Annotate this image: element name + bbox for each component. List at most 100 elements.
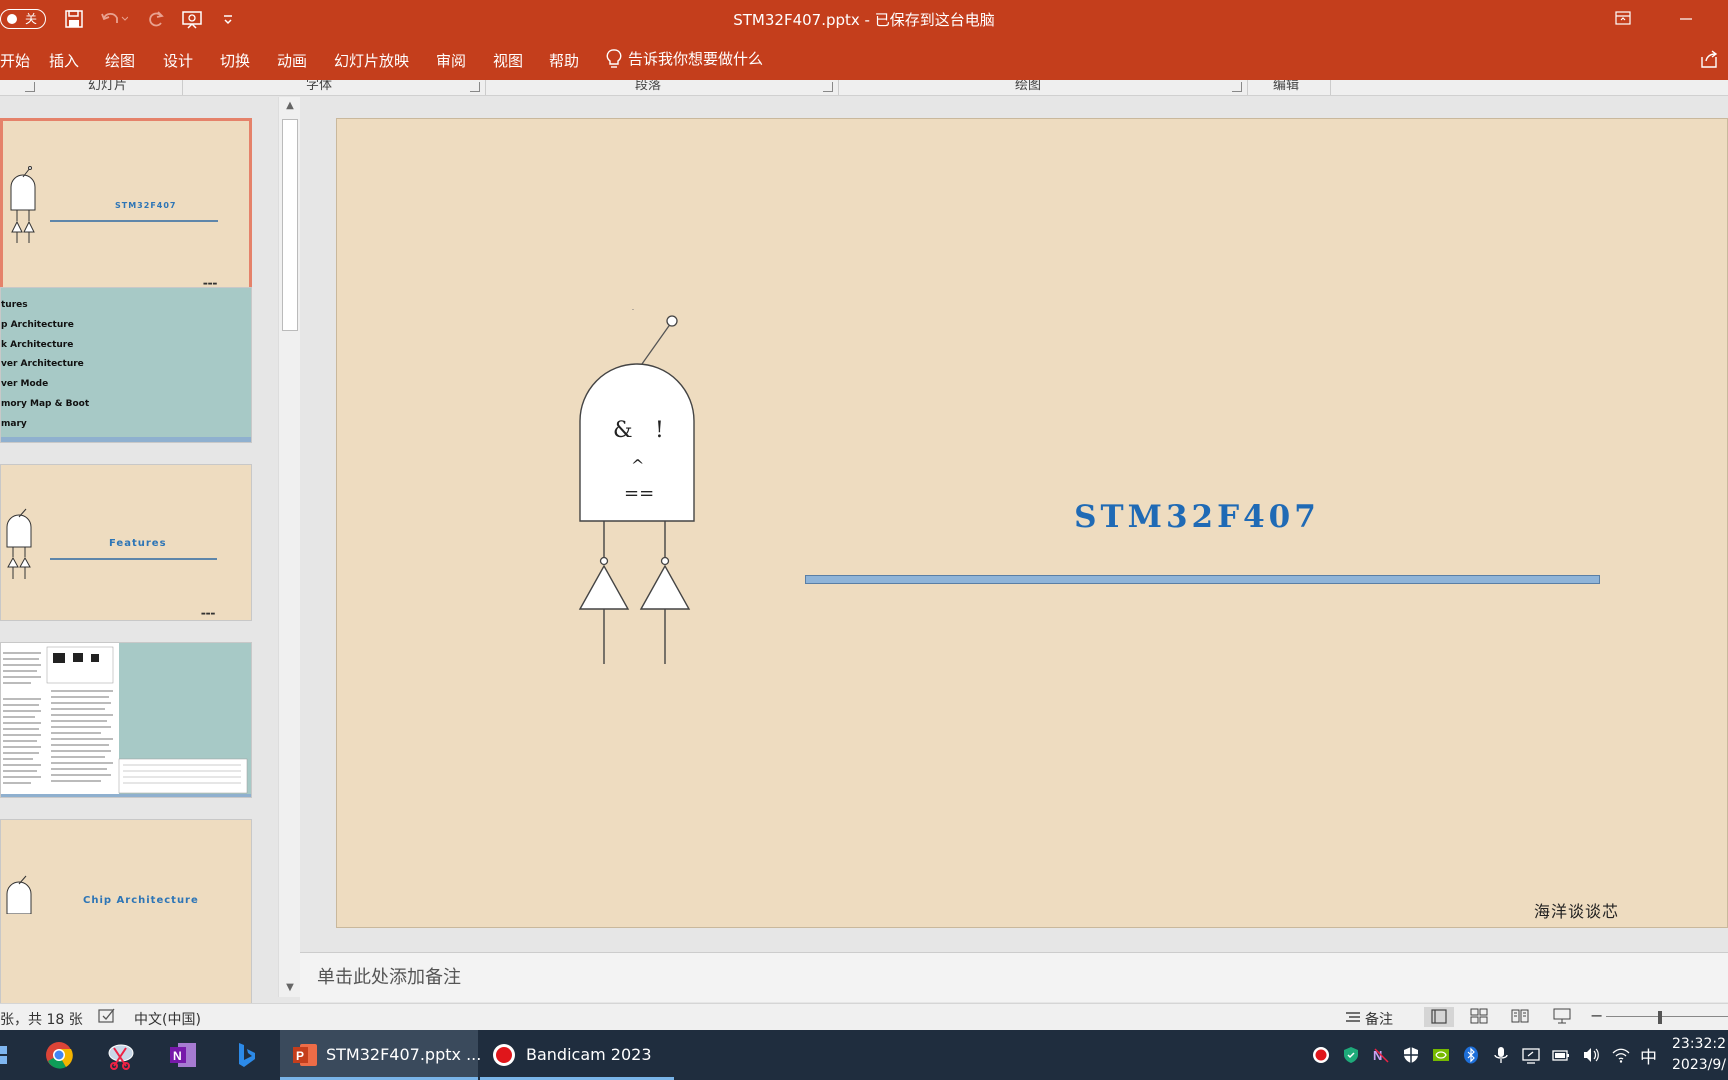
notes-toggle-icon[interactable] <box>1345 1010 1361 1028</box>
slide-thumbnail-4[interactable] <box>0 642 252 798</box>
notes-placeholder: 单击此处添加备注 <box>317 967 461 988</box>
gate-mascot-icon <box>10 166 36 243</box>
clock-time: 23:32:2 <box>1672 1036 1726 1052</box>
scrollbar-thumb[interactable] <box>282 119 298 331</box>
bing-icon[interactable] <box>230 1040 260 1070</box>
reading-view-icon[interactable] <box>1511 1008 1529 1028</box>
start-button-icon[interactable] <box>0 1040 8 1070</box>
thumb-title: Chip Architecture <box>83 895 199 906</box>
thumbnail-scrollbar[interactable]: ▲ ▼ <box>278 97 300 997</box>
volume-icon[interactable] <box>1582 1046 1600 1064</box>
gate-symbol-not: ! <box>655 418 664 443</box>
slide-thumbnail-1[interactable]: STM32F407 ▬▬▬ <box>0 118 252 292</box>
save-icon[interactable] <box>64 9 88 31</box>
snipping-tool-icon[interactable] <box>106 1040 136 1070</box>
slide-thumbnail-2[interactable]: tures p Architecture k Architecture ver … <box>0 287 252 443</box>
slide-thumbnail-5[interactable]: Chip Architecture <box>0 819 252 1003</box>
chrome-icon[interactable] <box>44 1040 74 1070</box>
zoom-out-icon[interactable]: − <box>1590 1006 1603 1025</box>
powerpoint-icon: P <box>293 1044 317 1066</box>
ribbon-tabs: 开始 插入 绘图 设计 切换 动画 幻灯片放映 审阅 视图 帮助 告诉我你想要做… <box>0 38 1728 80</box>
normal-view-icon[interactable] <box>1424 1007 1454 1027</box>
tab-view[interactable]: 视图 <box>493 50 523 71</box>
autosave-toggle[interactable]: 关 <box>0 9 46 29</box>
toggle-knob <box>7 14 17 24</box>
windows-defender-icon[interactable] <box>1402 1046 1420 1064</box>
thumb-title: STM32F407 <box>115 201 177 210</box>
bluetooth-icon[interactable] <box>1462 1046 1480 1064</box>
tell-me-search[interactable]: 告诉我你想要做什么 <box>606 48 763 70</box>
taskbar-app-bandicam[interactable]: Bandicam 2023 <box>480 1030 674 1080</box>
windows-taskbar: N P STM32F407.pptx ... Bandicam 2023 N 中… <box>0 1030 1728 1080</box>
gate-symbol-and: & <box>613 418 633 443</box>
dialog-launcher-icon[interactable] <box>470 82 480 92</box>
current-slide[interactable]: & ! ^ == STM32F407 海洋谈谈芯 <box>336 118 1728 928</box>
system-clock[interactable]: 23:32:2 2023/9/ <box>1672 1034 1726 1076</box>
logic-gate-mascot-illustration: & ! ^ == <box>578 309 695 664</box>
undo-icon[interactable] <box>100 9 129 31</box>
microphone-icon[interactable] <box>1492 1046 1510 1064</box>
language-indicator[interactable]: 中文(中国) <box>134 1009 201 1029</box>
slideshow-view-icon[interactable] <box>1553 1008 1571 1028</box>
svg-text:N: N <box>173 1049 182 1063</box>
share-icon[interactable] <box>1698 48 1720 74</box>
record-indicator-icon[interactable] <box>1312 1046 1330 1064</box>
slide-thumbnail-3[interactable]: Features ▬▬▬ <box>0 464 252 621</box>
tab-help[interactable]: 帮助 <box>549 50 579 71</box>
slide-title[interactable]: STM32F407 <box>1037 499 1357 535</box>
slide-count: 张，共 18 张 <box>0 1012 83 1028</box>
dialog-launcher-icon[interactable] <box>25 82 35 92</box>
gate-symbol-equal: == <box>624 483 654 504</box>
nvidia-icon[interactable] <box>1432 1046 1450 1064</box>
gate-mascot-icon <box>6 508 32 579</box>
taskbar-app-powerpoint[interactable]: P STM32F407.pptx ... <box>280 1030 482 1080</box>
redo-icon[interactable] <box>146 9 170 31</box>
scroll-up-icon[interactable]: ▲ <box>279 97 301 115</box>
accessibility-check-icon[interactable] <box>98 1008 116 1028</box>
ribbon-display-options-icon[interactable] <box>1602 8 1642 30</box>
taskbar-app-label: Bandicam 2023 <box>526 1045 652 1064</box>
tab-review[interactable]: 审阅 <box>436 50 466 71</box>
status-bar: 张，共 18 张 中文(中国) 备注 − <box>0 1003 1728 1030</box>
slideshow-from-start-icon[interactable] <box>181 9 205 31</box>
wifi-icon[interactable] <box>1612 1046 1630 1064</box>
lightbulb-icon <box>606 49 622 68</box>
ime-indicator[interactable]: 中 <box>1640 1043 1660 1068</box>
app-tray-icon[interactable]: N <box>1372 1046 1390 1064</box>
slide-sorter-icon[interactable] <box>1470 1008 1488 1028</box>
remote-desktop-icon[interactable] <box>1522 1046 1540 1064</box>
title-underline <box>805 575 1600 584</box>
scroll-down-icon[interactable]: ▼ <box>279 979 301 997</box>
customize-qat-icon[interactable] <box>222 9 246 31</box>
security-shield-icon[interactable] <box>1342 1046 1360 1064</box>
notes-pane[interactable]: 单击此处添加备注 <box>300 952 1728 1002</box>
thumb-agenda: tures p Architecture k Architecture ver … <box>1 300 90 429</box>
thumb-title: Features <box>109 538 167 549</box>
notes-toggle-label[interactable]: 备注 <box>1365 1009 1393 1029</box>
svg-text:P: P <box>296 1049 304 1063</box>
slide-editing-area: & ! ^ == STM32F407 海洋谈谈芯 <box>300 97 1728 952</box>
gate-symbol-xor: ^ <box>631 456 644 475</box>
tab-animations[interactable]: 动画 <box>277 50 307 71</box>
group-font-label: 字体 <box>306 80 333 93</box>
zoom-slider-thumb[interactable] <box>1658 1011 1662 1024</box>
group-editing-label: 编辑 <box>1273 80 1300 93</box>
tab-home[interactable]: 开始 <box>0 50 30 71</box>
group-drawing-label: 绘图 <box>1015 80 1042 93</box>
battery-icon[interactable] <box>1552 1046 1570 1064</box>
tab-transitions[interactable]: 切换 <box>220 50 250 71</box>
dialog-launcher-icon[interactable] <box>1232 82 1242 92</box>
dialog-launcher-icon[interactable] <box>823 82 833 92</box>
thumb-text-content <box>1 643 251 797</box>
slide-footer-logo: 海洋谈谈芯 <box>1534 902 1620 921</box>
taskbar-app-label: STM32F407.pptx ... <box>326 1045 482 1064</box>
ribbon-group-labels: 幻灯片 字体 段落 绘图 编辑 <box>0 80 1728 96</box>
onenote-icon[interactable]: N <box>168 1040 198 1070</box>
tab-slideshow[interactable]: 幻灯片放映 <box>334 50 409 71</box>
tab-insert[interactable]: 插入 <box>49 50 79 71</box>
zoom-slider[interactable] <box>1606 1016 1728 1017</box>
autosave-label: 关 <box>25 12 38 26</box>
minimize-icon[interactable] <box>1660 8 1700 30</box>
tab-draw[interactable]: 绘图 <box>105 50 135 71</box>
tab-design[interactable]: 设计 <box>163 50 193 71</box>
